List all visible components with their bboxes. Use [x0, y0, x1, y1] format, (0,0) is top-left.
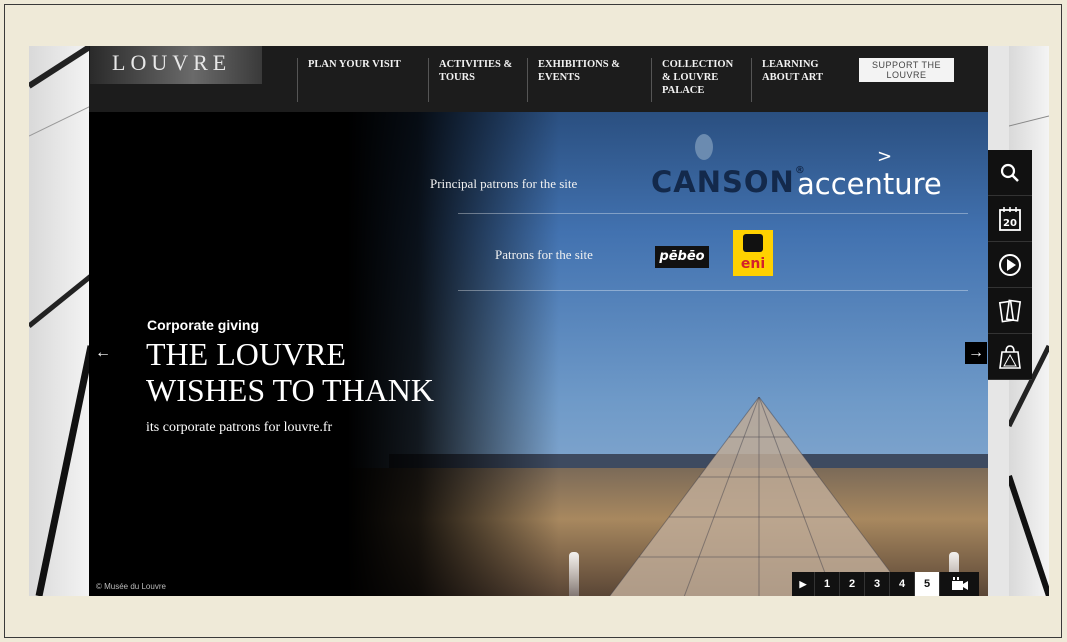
nav-label: EXHIBITIONS & EVENTS [538, 59, 620, 83]
accenture-logo-text: accenture [797, 167, 942, 201]
search-icon [1000, 163, 1019, 182]
nav-collection-palace[interactable]: COLLECTION & LOUVRE PALACE [651, 58, 743, 102]
nav-label: PLAN YOUR VISIT [308, 59, 401, 70]
headline-line-1: THE LOUVRE [146, 336, 346, 372]
headline-line-2: WISHES TO THANK [146, 372, 435, 408]
calendar-button[interactable]: 20 [988, 196, 1032, 242]
page-number: 4 [898, 578, 906, 590]
logo-text: LOUVRE [112, 50, 232, 75]
pebeo-logo-text: pēbēo [659, 249, 705, 264]
divider [458, 213, 968, 214]
play-circle-icon [999, 253, 1021, 276]
louvre-logo[interactable]: LOUVRE [90, 46, 262, 84]
eni-dog-icon [743, 234, 763, 252]
arrow-left-icon: ← [95, 344, 111, 361]
nav-learning-about-art[interactable]: LEARNING ABOUT ART [751, 58, 823, 102]
hero-kicker: Corporate giving [147, 317, 260, 333]
shopping-bag-icon [999, 344, 1021, 369]
tickets-icon [998, 298, 1022, 323]
page-number: 5 [923, 578, 931, 590]
nav-plan-your-visit[interactable]: PLAN YOUR VISIT [297, 58, 401, 102]
video-camera-icon [951, 577, 968, 590]
right-toolbar: 20 [988, 150, 1032, 380]
pager-page-1[interactable]: 1 [814, 572, 839, 596]
hero-headline: THE LOUVRE WISHES TO THANK [146, 336, 434, 408]
copyright-text: © Musée du Louvre [96, 582, 166, 591]
slide-pager: ▶ 1 2 3 4 5 [792, 572, 979, 596]
canson-logo[interactable]: CANSON® [651, 165, 806, 199]
page-number: 2 [848, 578, 856, 590]
search-button[interactable] [988, 150, 1032, 196]
pager-page-4[interactable]: 4 [889, 572, 914, 596]
nav-activities-tours[interactable]: ACTIVITIES & TOURS [428, 58, 528, 102]
prev-slide-button[interactable]: ← [92, 342, 114, 364]
nav-exhibitions-events[interactable]: EXHIBITIONS & EVENTS [527, 58, 632, 102]
page-number: 1 [823, 578, 831, 590]
pyramid-glass-grid [609, 397, 909, 596]
calendar-day: 20 [1003, 218, 1017, 229]
principal-patrons-label: Principal patrons for the site [430, 176, 578, 191]
pebeo-logo[interactable]: pēbēo [655, 246, 709, 268]
shop-button[interactable] [988, 334, 1032, 380]
hero-subline: its corporate patrons for louvre.fr [146, 420, 333, 435]
patrons-label: Patrons for the site [495, 247, 593, 262]
pager-page-2[interactable]: 2 [839, 572, 864, 596]
pager-video-button[interactable] [939, 572, 979, 596]
left-decoration [29, 46, 91, 596]
arrow-right-icon: → [968, 344, 984, 361]
play-icon: ▶ [799, 579, 807, 589]
support-button[interactable]: SUPPORT THE LOUVRE [859, 58, 954, 82]
fountain [569, 552, 579, 596]
eni-logo-text: eni [740, 256, 766, 272]
page-number: 3 [873, 578, 881, 590]
accenture-mark: > [877, 146, 893, 167]
pager-page-3[interactable]: 3 [864, 572, 889, 596]
accenture-logo[interactable]: accenture [797, 167, 942, 201]
play-button[interactable] [988, 242, 1032, 288]
canson-flame-logo [695, 134, 713, 160]
calendar-icon: 20 [999, 206, 1021, 231]
support-label: SUPPORT THE LOUVRE [871, 60, 942, 80]
canson-logo-text: CANSON [651, 165, 795, 199]
tickets-button[interactable] [988, 288, 1032, 334]
nav-label: LEARNING ABOUT ART [762, 59, 823, 83]
nav-label: COLLECTION & LOUVRE PALACE [662, 59, 734, 96]
pager-play-button[interactable]: ▶ [792, 572, 814, 596]
divider [458, 290, 968, 291]
next-slide-button[interactable]: → [965, 342, 987, 364]
pager-page-5[interactable]: 5 [914, 572, 939, 596]
nav-label: ACTIVITIES & TOURS [439, 59, 513, 83]
